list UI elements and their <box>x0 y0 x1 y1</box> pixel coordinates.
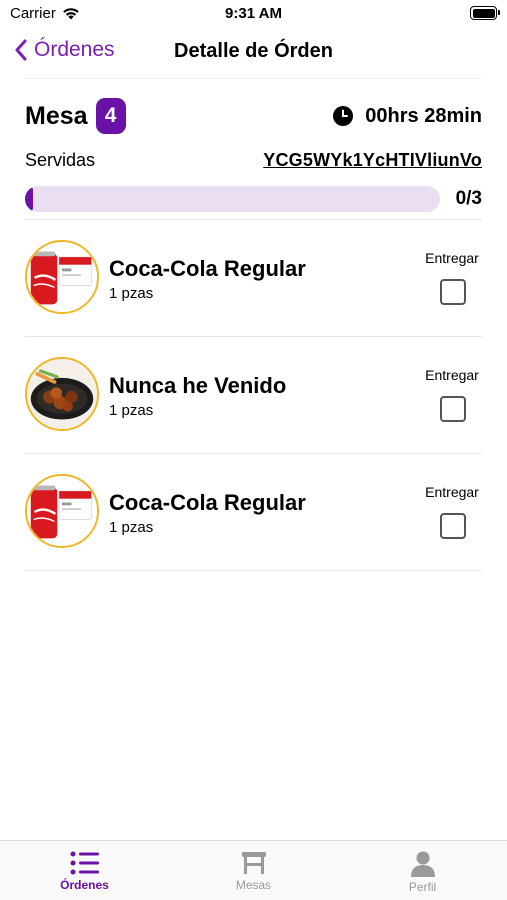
deliver-label: Entregar <box>425 484 479 500</box>
tab-label: Órdenes <box>60 878 109 892</box>
served-label: Servidas <box>25 149 96 170</box>
deliver-checkbox[interactable] <box>440 396 466 422</box>
deliver-label: Entregar <box>425 250 479 266</box>
battery-icon <box>470 6 500 20</box>
navigation-bar: Órdenes Detalle de Órden <box>0 30 507 76</box>
list-item: Nunca he Venido 1 pzas Entregar <box>25 337 482 454</box>
order-header: Mesa 4 00hrs 28min Servidas YCG5WYk1YcHT… <box>25 96 482 212</box>
person-icon <box>410 851 435 877</box>
tab-label: Mesas <box>235 878 272 892</box>
item-thumbnail <box>25 357 99 431</box>
item-quantity: 1 pzas <box>109 285 154 302</box>
tab-label: Perfil <box>408 880 437 894</box>
tab-bar: Órdenes Mesas Perfil <box>0 840 507 900</box>
item-thumbnail <box>25 240 99 314</box>
mesa-info: Mesa 4 <box>25 98 126 134</box>
list-item: Coca-Cola Regular 1 pzas Entregar <box>25 220 482 337</box>
tab-mesas[interactable]: Mesas <box>169 841 338 900</box>
mesa-number-badge: 4 <box>95 98 126 134</box>
coca-cola-can-image <box>27 242 97 312</box>
progress-count: 0/3 <box>455 188 482 209</box>
table-icon <box>241 852 266 874</box>
coca-cola-can-image <box>27 476 97 546</box>
progress-fill <box>25 186 33 212</box>
list-icon <box>70 851 99 875</box>
nav-divider <box>25 78 482 79</box>
deliver-checkbox[interactable] <box>440 513 466 539</box>
mesa-label: Mesa <box>25 101 88 130</box>
list-item: Coca-Cola Regular 1 pzas Entregar <box>25 454 482 571</box>
item-name: Coca-Cola Regular <box>109 490 306 515</box>
item-quantity: 1 pzas <box>109 402 154 419</box>
item-name: Coca-Cola Regular <box>109 256 306 281</box>
back-button[interactable]: Órdenes <box>14 38 115 62</box>
order-code-link[interactable]: YCG5WYk1YcHTIVliunVo <box>263 150 482 171</box>
tab-ordenes[interactable]: Órdenes <box>0 841 169 900</box>
item-name: Nunca he Venido <box>109 373 287 398</box>
chevron-left-icon <box>15 39 27 61</box>
deliver-checkbox[interactable] <box>440 279 466 305</box>
back-button-label: Órdenes <box>34 38 115 61</box>
order-items-list: Coca-Cola Regular 1 pzas Entregar Nunca … <box>25 220 482 571</box>
status-bar: Carrier 9:31 AM <box>0 0 507 30</box>
elapsed-timer: 00hrs 28min <box>333 105 482 128</box>
item-thumbnail <box>25 474 99 548</box>
clock-time: 9:31 AM <box>225 5 282 22</box>
mesa-row: Mesa 4 00hrs 28min <box>25 96 482 136</box>
deliver-label: Entregar <box>425 367 479 383</box>
served-row: Servidas YCG5WYk1YcHTIVliunVo <box>25 148 482 172</box>
served-progress-bar <box>25 186 440 212</box>
boneless-wings-plate-image <box>27 359 97 429</box>
clock-icon <box>333 106 354 126</box>
elapsed-time: 00hrs 28min <box>365 104 482 127</box>
progress-row: 0/3 <box>25 186 482 212</box>
item-quantity: 1 pzas <box>109 519 154 536</box>
tab-perfil[interactable]: Perfil <box>338 841 507 900</box>
